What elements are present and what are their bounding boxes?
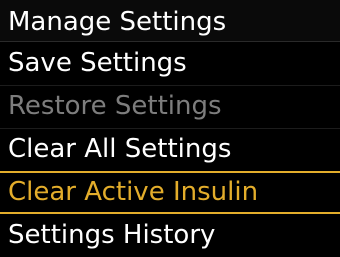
- menu-item-label: Save Settings: [8, 48, 187, 78]
- title-bar: Manage Settings: [0, 0, 340, 42]
- pump-screen: Manage Settings Save Settings Restore Se…: [0, 0, 340, 257]
- menu-item-save-settings[interactable]: Save Settings: [0, 42, 340, 85]
- menu-item-clear-active-insulin[interactable]: Clear Active Insulin: [0, 171, 340, 214]
- menu-item-label: Settings History: [8, 220, 216, 250]
- menu-item-restore-settings: Restore Settings: [0, 85, 340, 128]
- menu-item-settings-history[interactable]: Settings History: [0, 214, 340, 257]
- menu-item-label: Clear All Settings: [8, 134, 232, 164]
- settings-menu: Save Settings Restore Settings Clear All…: [0, 42, 340, 257]
- menu-item-clear-all-settings[interactable]: Clear All Settings: [0, 128, 340, 171]
- menu-item-label: Restore Settings: [8, 91, 222, 121]
- screen-title: Manage Settings: [8, 7, 227, 37]
- menu-item-label: Clear Active Insulin: [8, 177, 259, 207]
